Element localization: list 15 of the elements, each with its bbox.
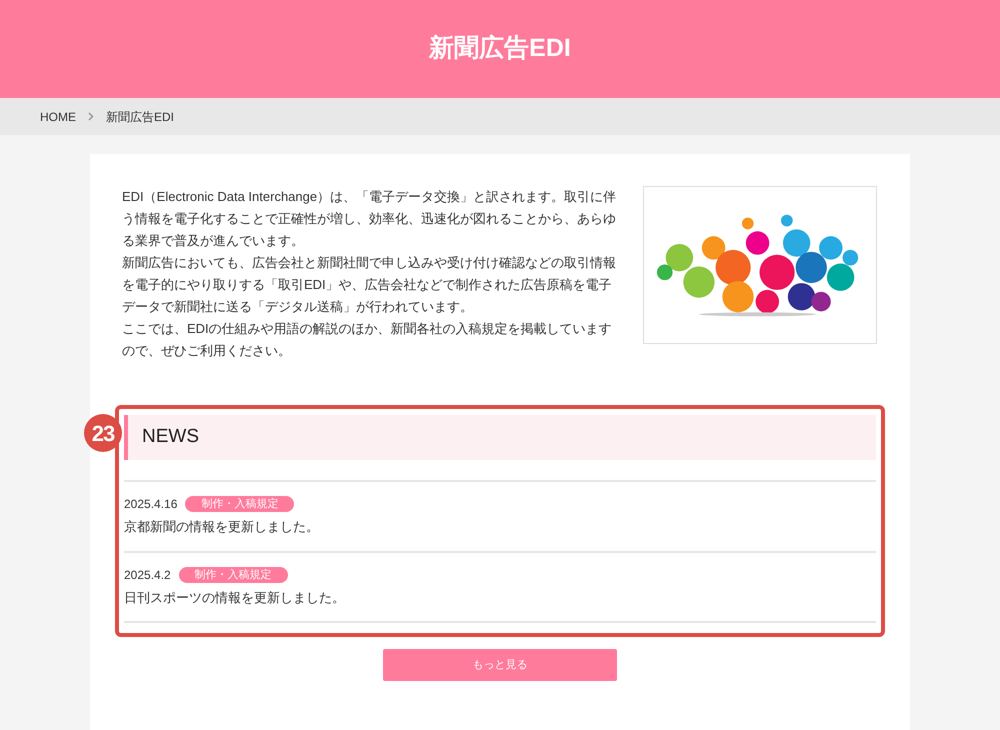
news-link[interactable]: 京都新聞の情報を更新しました。 bbox=[124, 517, 876, 536]
category-tag: 制作・入稿規定 bbox=[185, 496, 294, 512]
intro-paragraph: 新聞広告においても、広告会社と新聞社間で申し込みや受け付け確認などの取引情報を電子的にやり取りする「取引EDI」や、広告会社などで制作された広告原稿を電子データで新聞社に送る「デジタル送稿」が行われています。 bbox=[122, 254, 617, 316]
news-date: 2025.4.16 bbox=[124, 496, 178, 513]
annotation-badge: 23 bbox=[84, 414, 122, 452]
intro-paragraph: ここでは、EDIの仕組みや用語の解説のほか、新聞各社の入稿規定を掲載していますので、ぜひご利用ください。 bbox=[122, 320, 613, 360]
chevron-right-icon bbox=[88, 112, 94, 121]
category-tag: 制作・入稿規定 bbox=[178, 566, 288, 582]
intro-paragraph: EDI（Electronic Data Interchange）は、「電子データ交換」と訳されます。取引に伴う情報を電子化することで正確性が増し、効率化、迅速化が図れることから、あらゆる業界で普及が進んでいます。 bbox=[122, 188, 617, 250]
breadcrumb-link[interactable]: HOME bbox=[40, 108, 76, 126]
news-link[interactable]: 日刊スポーツの情報を更新しました。 bbox=[124, 588, 876, 607]
news-date: 2025.4.2 bbox=[124, 566, 171, 584]
news-heading: NEWS bbox=[142, 425, 199, 450]
breadcrumb-current: 新聞広告EDI bbox=[106, 108, 174, 126]
page-title: 新聞広告EDI bbox=[429, 33, 571, 64]
